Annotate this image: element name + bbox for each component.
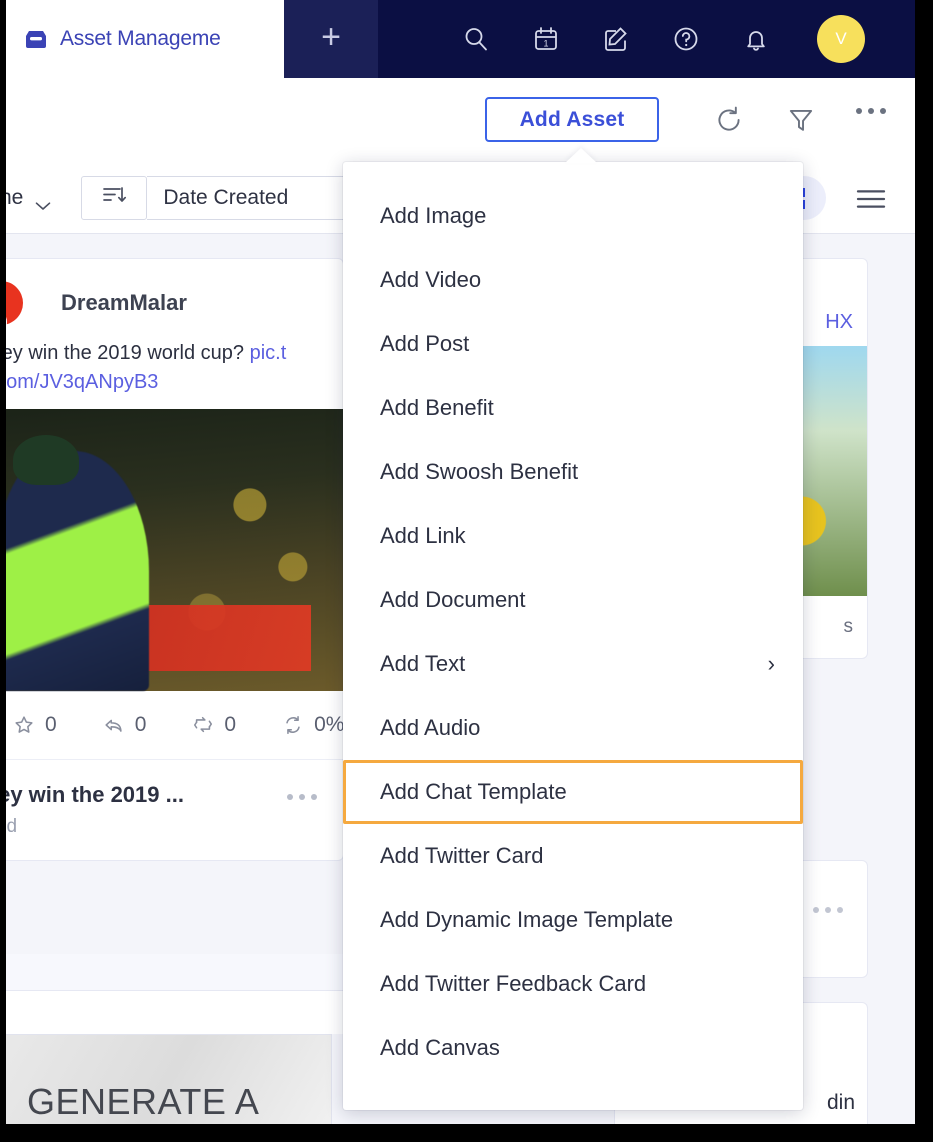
menu-item-label: Add Chat Template bbox=[380, 779, 567, 804]
menu-item-label: Add Canvas bbox=[380, 1035, 500, 1060]
search-icon[interactable] bbox=[461, 24, 491, 54]
metric-reply-value: 0 bbox=[134, 713, 147, 736]
asset-card-footer: ll they win the 2019 ... proved bbox=[6, 760, 343, 860]
sort-name-label: ne bbox=[6, 185, 24, 209]
sort-field-label: Date Created bbox=[163, 185, 289, 209]
menu-item-add-canvas[interactable]: Add Canvas bbox=[343, 1016, 803, 1080]
tweet-username: DreamMalar bbox=[61, 290, 187, 315]
menu-item-add-benefit[interactable]: Add Benefit bbox=[343, 376, 803, 440]
asset-card-tweet[interactable]: DreamMalar they win the 2019 world cup? … bbox=[6, 258, 344, 861]
card-more-options-icon[interactable] bbox=[287, 794, 317, 800]
menu-item-add-audio[interactable]: Add Audio bbox=[343, 696, 803, 760]
asset-toolbar: Add Asset bbox=[6, 78, 915, 162]
plus-icon: + bbox=[321, 18, 341, 56]
menu-item-label: Add Document bbox=[380, 587, 526, 612]
menu-item-add-image[interactable]: Add Image bbox=[343, 184, 803, 248]
menu-item-add-chat-template[interactable]: Add Chat Template bbox=[343, 760, 803, 824]
menu-item-label: Add Video bbox=[380, 267, 482, 292]
menu-item-label: Add Text bbox=[380, 651, 466, 676]
menu-item-label: Add Audio bbox=[380, 715, 481, 740]
filter-icon[interactable] bbox=[785, 104, 817, 136]
tweet-link-2[interactable]: r.com/JV3qANpyB3 bbox=[6, 371, 158, 393]
tab-label: Asset Manageme bbox=[60, 27, 221, 50]
tweet-text: they win the 2019 world cup? pic.t r.com… bbox=[6, 333, 343, 409]
metric-star-value: 0 bbox=[45, 713, 57, 736]
menu-item-label: Add Dynamic Image Template bbox=[380, 907, 674, 932]
menu-item-add-link[interactable]: Add Link bbox=[343, 504, 803, 568]
avatar bbox=[6, 281, 45, 335]
topbar-icon-group: 1 V bbox=[461, 0, 865, 78]
tweet-link-1[interactable]: pic.t bbox=[250, 342, 287, 364]
tweet-image bbox=[6, 409, 343, 691]
app-viewport: Asset Manageme + 1 V Add Asset e Date Cr… bbox=[6, 0, 915, 1124]
list-view-icon[interactable] bbox=[854, 186, 888, 217]
generate-text: GENERATE A bbox=[27, 1081, 260, 1122]
avatar-initial: V bbox=[835, 29, 847, 48]
asset-status: proved bbox=[6, 816, 18, 837]
menu-item-add-dynamic-image-template[interactable]: Add Dynamic Image Template bbox=[343, 888, 803, 952]
chevron-down-icon bbox=[35, 193, 51, 210]
asset-card-right-3-text: din bbox=[826, 1091, 855, 1114]
menu-item-add-swoosh-benefit[interactable]: Add Swoosh Benefit bbox=[343, 440, 803, 504]
menu-item-add-twitter-card[interactable]: Add Twitter Card bbox=[343, 824, 803, 888]
screenshot-frame: Asset Manageme + 1 V Add Asset e Date Cr… bbox=[0, 0, 933, 1142]
metric-reply: 0 bbox=[103, 713, 147, 737]
metric-engagement-value: 0% bbox=[314, 713, 344, 736]
dropdown-arrow bbox=[565, 148, 597, 163]
menu-item-label: Add Image bbox=[380, 203, 487, 228]
tweet-body: they win the 2019 world cup? bbox=[6, 342, 250, 364]
sort-direction-button[interactable] bbox=[81, 175, 148, 220]
menu-item-label: Add Link bbox=[380, 523, 466, 548]
sort-field-button[interactable]: Date Created bbox=[147, 175, 348, 220]
help-icon[interactable] bbox=[671, 24, 701, 54]
more-options-icon[interactable] bbox=[856, 108, 886, 114]
menu-item-label: Add Benefit bbox=[380, 395, 494, 420]
tweet-header: DreamMalar bbox=[6, 259, 343, 335]
bell-icon[interactable] bbox=[741, 24, 771, 54]
add-asset-button[interactable]: Add Asset bbox=[485, 97, 659, 142]
tweet-metrics: 0 0 0 0% bbox=[6, 691, 343, 760]
card-more-options-icon[interactable] bbox=[813, 907, 843, 913]
menu-item-label: Add Swoosh Benefit bbox=[380, 459, 579, 484]
metric-star: 0 bbox=[13, 713, 57, 737]
tab-asset-management[interactable]: Asset Manageme bbox=[6, 0, 284, 78]
menu-item-add-twitter-feedback-card[interactable]: Add Twitter Feedback Card bbox=[343, 952, 803, 1016]
new-tab-button[interactable]: + bbox=[284, 0, 378, 78]
menu-item-label: Add Post bbox=[380, 331, 470, 356]
asset-card-generate[interactable]: GENERATE A bbox=[6, 1034, 332, 1124]
metric-engagement: 0% bbox=[282, 713, 344, 737]
add-asset-label: Add Asset bbox=[519, 107, 625, 131]
sort-name-dropdown[interactable]: ne bbox=[6, 186, 51, 210]
inbox-icon bbox=[24, 29, 48, 49]
menu-item-label: Add Twitter Feedback Card bbox=[380, 971, 647, 996]
add-asset-dropdown-menu: Add Image Add Video Add Post Add Benefit… bbox=[343, 162, 803, 1110]
compose-icon[interactable] bbox=[601, 24, 631, 54]
user-avatar[interactable]: V bbox=[817, 15, 865, 63]
sort-descending-icon bbox=[101, 184, 127, 211]
menu-item-add-document[interactable]: Add Document bbox=[343, 568, 803, 632]
calendar-icon[interactable]: 1 bbox=[531, 24, 561, 54]
refresh-icon[interactable] bbox=[713, 104, 745, 136]
svg-text:1: 1 bbox=[543, 39, 548, 49]
menu-item-add-post[interactable]: Add Post bbox=[343, 312, 803, 376]
chevron-right-icon: › bbox=[767, 651, 775, 676]
metric-retweet-value: 0 bbox=[224, 713, 237, 736]
menu-item-add-video[interactable]: Add Video bbox=[343, 248, 803, 312]
menu-item-add-text[interactable]: Add Text › bbox=[343, 632, 803, 696]
menu-item-label: Add Twitter Card bbox=[380, 843, 544, 868]
top-navigation-bar: Asset Manageme + 1 V bbox=[6, 0, 915, 78]
metric-retweet: 0 bbox=[192, 713, 236, 737]
